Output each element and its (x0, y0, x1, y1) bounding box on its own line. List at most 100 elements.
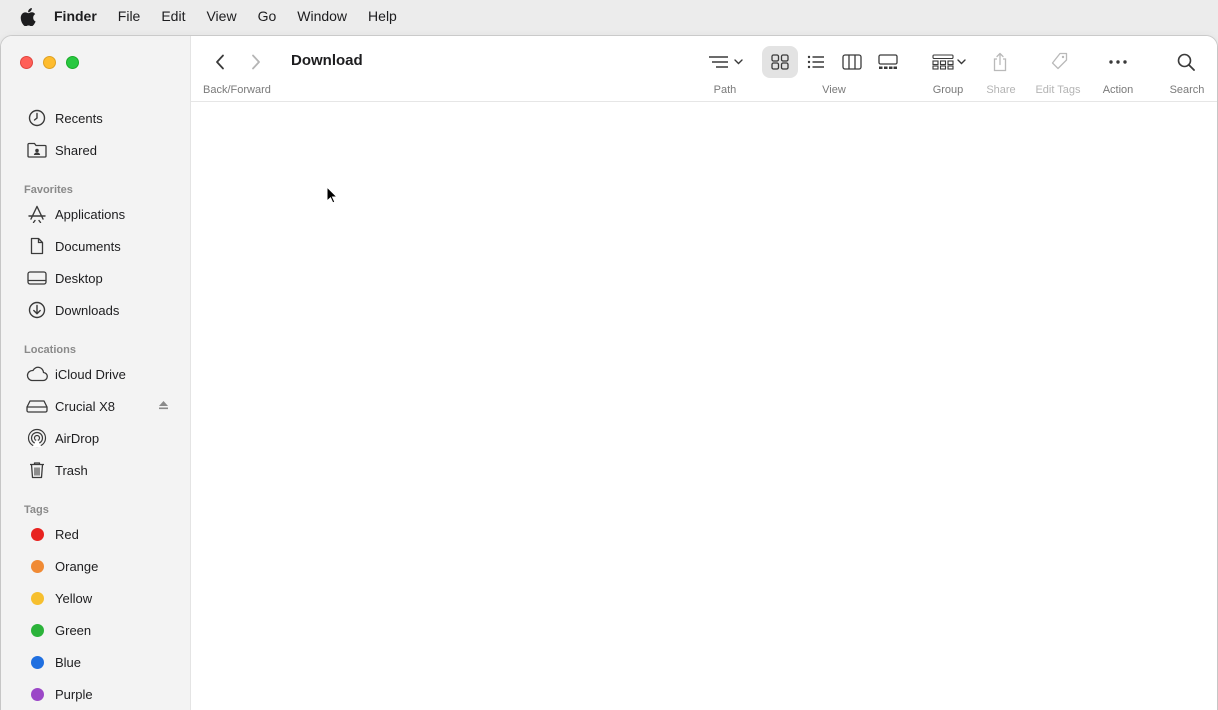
sidebar-item-recents[interactable]: Recents (1, 102, 191, 134)
menu-help[interactable]: Help (368, 0, 397, 33)
tag-icon (1051, 52, 1068, 70)
sidebar-item-airdrop[interactable]: AirDrop (1, 422, 191, 454)
favorites-heading: Favorites (24, 184, 73, 196)
applications-icon (26, 203, 48, 225)
icon-view-button[interactable] (762, 46, 798, 78)
mouse-cursor-icon (326, 186, 338, 204)
path-icon (709, 56, 743, 68)
sidebar-tag-yellow[interactable]: Yellow (1, 582, 191, 614)
sidebar-item-label: Orange (55, 558, 99, 574)
gallery-view-button[interactable] (870, 46, 906, 78)
tags-heading: Tags (24, 504, 49, 516)
sidebar-item-label: Applications (55, 206, 126, 222)
airdrop-icon (26, 427, 48, 449)
menu-edit[interactable]: Edit (161, 0, 185, 33)
sidebar-item-label: iCloud Drive (55, 366, 126, 382)
back-button[interactable] (203, 46, 237, 78)
document-icon (26, 235, 48, 257)
sidebar-tags-section: Tags Red Orange Yellow Green Blue Purple (1, 502, 191, 710)
tag-green-dot-icon (26, 619, 48, 641)
sidebar-item-label: Downloads (55, 302, 120, 318)
zoom-button[interactable] (66, 56, 79, 69)
menu-bar: Finder File Edit View Go Window Help (0, 0, 1218, 33)
sidebar-item-label: Yellow (55, 590, 93, 606)
sidebar-tag-orange[interactable]: Orange (1, 550, 191, 582)
sidebar-tag-purple[interactable]: Purple (1, 678, 191, 710)
cloud-icon (26, 363, 48, 385)
window-controls (20, 56, 89, 69)
search-button[interactable] (1174, 46, 1198, 78)
sidebar-item-shared[interactable]: Shared (1, 134, 191, 166)
sidebar-top-section: Recents Shared (1, 102, 191, 166)
toolbar: Back/Forward Download Path View Group Sh… (191, 36, 1217, 102)
share-icon (993, 52, 1007, 72)
apple-menu-icon[interactable] (19, 7, 37, 26)
sidebar-item-documents[interactable]: Documents (1, 230, 191, 262)
sidebar-item-downloads[interactable]: Downloads (1, 294, 191, 326)
sidebar-item-label: Crucial X8 (55, 398, 115, 414)
action-label: Action (1102, 84, 1134, 96)
clock-icon (26, 107, 48, 129)
group-button[interactable] (927, 46, 971, 78)
menu-finder[interactable]: Finder (54, 0, 97, 33)
list-icon (807, 55, 824, 69)
menu-file[interactable]: File (118, 0, 141, 33)
sidebar-item-trash[interactable]: Trash (1, 454, 191, 486)
sidebar-favorites-section: Favorites Applications Documents Desktop (1, 182, 191, 326)
chevron-left-icon (216, 54, 224, 70)
menu-window[interactable]: Window (297, 0, 347, 33)
sidebar-item-label: Shared (55, 142, 97, 158)
back-forward-label: Back/Forward (203, 84, 271, 96)
list-view-button[interactable] (798, 46, 834, 78)
eject-icon[interactable] (158, 400, 169, 413)
column-view-button[interactable] (834, 46, 870, 78)
trash-icon (26, 459, 48, 481)
sidebar-tag-blue[interactable]: Blue (1, 646, 191, 678)
window-title: Download (291, 52, 363, 69)
edit-tags-button[interactable] (1047, 46, 1071, 78)
share-button[interactable] (988, 46, 1012, 78)
minimize-button[interactable] (43, 56, 56, 69)
view-label: View (822, 84, 846, 96)
search-label: Search (1169, 84, 1205, 96)
desktop-icon (26, 267, 48, 289)
path-label: Path (713, 84, 737, 96)
path-button[interactable] (699, 46, 753, 78)
sidebar-tag-red[interactable]: Red (1, 518, 191, 550)
chevron-right-icon (252, 54, 260, 70)
file-browser-area[interactable] (191, 102, 1217, 710)
sidebar: Recents Shared Favorites Applications Do… (1, 36, 191, 710)
tag-blue-dot-icon (26, 651, 48, 673)
sidebar-item-label: Blue (55, 654, 82, 670)
sidebar-tag-green[interactable]: Green (1, 614, 191, 646)
view-segmented-control (762, 46, 906, 78)
sidebar-item-applications[interactable]: Applications (1, 198, 191, 230)
more-icon (1109, 60, 1127, 64)
action-button[interactable] (1105, 46, 1131, 78)
locations-heading: Locations (24, 344, 76, 356)
sidebar-item-label: Documents (55, 238, 121, 254)
forward-button[interactable] (239, 46, 273, 78)
close-button[interactable] (20, 56, 33, 69)
menu-view[interactable]: View (206, 0, 236, 33)
sidebar-item-crucial-x8[interactable]: Crucial X8 (1, 390, 191, 422)
menu-go[interactable]: Go (258, 0, 277, 33)
sidebar-item-icloud-drive[interactable]: iCloud Drive (1, 358, 191, 390)
drive-icon (26, 395, 48, 417)
finder-window: Recents Shared Favorites Applications Do… (1, 36, 1217, 710)
sidebar-item-label: Trash (55, 462, 88, 478)
shared-folder-icon (26, 139, 48, 161)
sidebar-item-label: AirDrop (55, 430, 100, 446)
group-icon (932, 54, 966, 70)
sidebar-item-label: Purple (55, 686, 93, 702)
sidebar-locations-section: Locations iCloud Drive Crucial X8 AirDro… (1, 342, 191, 486)
download-icon (26, 299, 48, 321)
tag-yellow-dot-icon (26, 587, 48, 609)
search-icon (1177, 53, 1195, 71)
sidebar-item-desktop[interactable]: Desktop (1, 262, 191, 294)
tag-orange-dot-icon (26, 555, 48, 577)
tag-purple-dot-icon (26, 683, 48, 705)
sidebar-item-label: Recents (55, 110, 103, 126)
sidebar-item-label: Green (55, 622, 92, 638)
tag-red-dot-icon (26, 523, 48, 545)
